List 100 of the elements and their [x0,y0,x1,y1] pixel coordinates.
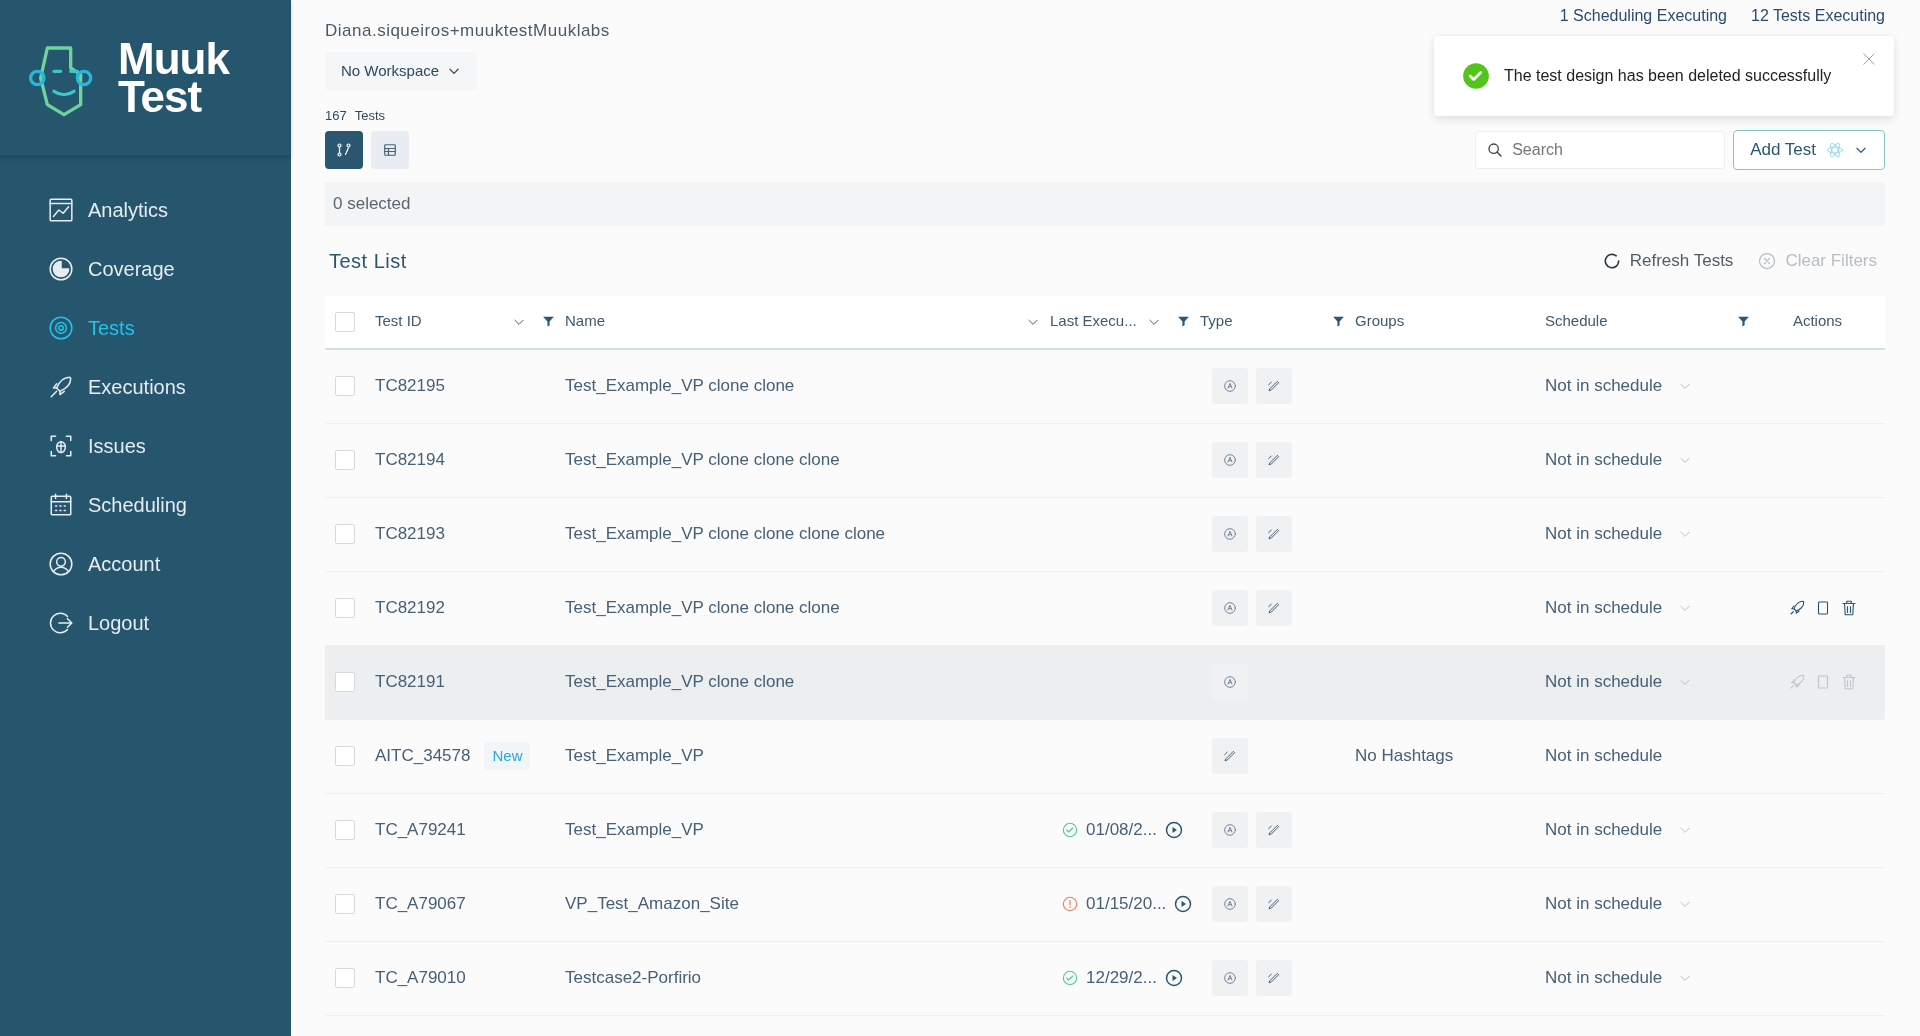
play-icon[interactable] [1164,969,1183,987]
pencil-icon [1266,600,1282,616]
sidebar-item[interactable]: Executions [0,357,291,416]
sidebar-item[interactable]: Scheduling [0,475,291,534]
schedule-text: Not in schedule [1545,671,1663,694]
test-name[interactable]: Test_Example_VP clone clone clone clone [565,521,1050,547]
logo-text: Muuk Test [118,40,229,115]
test-count: 167 Tests [325,107,387,125]
alert-circle-icon [1062,896,1078,912]
check-circle-icon [1062,822,1078,838]
pencil-type-button[interactable] [1256,590,1292,626]
sidebar-item[interactable]: Logout [0,593,291,652]
close-icon[interactable] [1862,52,1876,66]
pencil-icon [1266,970,1282,986]
checkbox[interactable] [335,311,355,332]
schedule-text: Not in schedule [1545,449,1663,472]
pencil-type-button[interactable] [1256,886,1292,922]
pencil-type-button[interactable] [1256,442,1292,478]
column-header: Groups [1355,311,1405,332]
schedule-text: Not in schedule [1545,375,1663,398]
test-name[interactable]: Test_Example_VP [565,743,1050,769]
pie-chart-icon [48,255,74,282]
test-name[interactable]: Test_Example_VP clone clone clone [565,595,1050,621]
checkbox[interactable] [335,968,355,988]
logout-icon [48,609,74,636]
filter-icon[interactable] [1737,315,1750,328]
status-text: 12 Tests Executing [1751,6,1885,26]
table-row[interactable]: TC82191 Test_Example_VP clone clone Not in schedule [325,645,1885,720]
test-id: TC82193 [375,523,445,546]
test-name[interactable]: Test_Example_VP [565,817,1050,843]
schedule-text: Not in schedule [1545,523,1663,546]
checkbox[interactable] [335,376,355,396]
test-name[interactable]: Test_Example_VP clone clone [565,669,1050,695]
pencil-icon [1266,378,1282,394]
section-title: Test List [329,248,407,274]
sidebar-item[interactable]: Analytics [0,180,291,239]
schedule-text: Not in schedule [1545,967,1663,990]
sidebar-item[interactable]: Account [0,534,291,593]
calendar-icon [48,491,74,518]
check-circle-icon [1062,970,1078,986]
sidebar-item[interactable]: Coverage [0,239,291,298]
column-header: Type [1200,311,1233,332]
checkbox[interactable] [335,672,355,692]
schedule-text: Not in schedule [1545,819,1663,842]
pencil-type-button[interactable] [1256,812,1292,848]
checkbox[interactable] [335,524,355,544]
test-id: TC_A79067 [375,893,466,916]
search-field[interactable]: Search [1475,130,1726,169]
sidebar-item[interactable]: Tests [0,298,291,357]
pencil-icon [1266,526,1282,542]
test-name[interactable]: Test_Example_VP clone clone clone [565,447,1050,473]
selection-count: 0 selected [333,192,411,215]
toast-message: The test design has been deleted successfully [1504,66,1832,86]
filter-icon[interactable] [542,315,555,328]
column-header: Name [565,311,605,332]
workspace-dropdown[interactable]: No Workspace [325,51,478,90]
status-text: 1 Scheduling Executing [1559,6,1727,26]
trash-icon[interactable] [1839,599,1858,617]
execution-date: 01/08/2... [1086,819,1157,842]
group-text: No Hashtags [1355,746,1454,766]
pencil-icon [1266,452,1282,468]
play-icon[interactable] [1174,895,1193,913]
sidebar-item[interactable]: Issues [0,416,291,475]
test-id: TC82192 [375,597,445,620]
checkbox[interactable] [335,450,355,470]
play-icon[interactable] [1164,821,1183,839]
test-id: AITC_34578 [375,745,471,768]
pencil-type-button[interactable] [1256,960,1292,996]
clear-icon [1757,250,1778,271]
user-name: Diana.siqueiros+muuktestMuuklabs [325,20,610,42]
test-name[interactable]: Test_Example_VP clone clone [565,373,1050,399]
pencil-icon [1222,748,1238,764]
column-header: Actions [1792,311,1843,332]
schedule-text: Not in schedule [1545,893,1663,916]
checkbox[interactable] [335,894,355,914]
chart-icon [48,196,74,223]
execution-date: 12/29/2... [1086,967,1157,990]
success-check-icon [1462,62,1490,90]
view-toggle-button[interactable] [325,130,363,169]
refresh-button[interactable]: Refresh Tests [1601,247,1734,274]
schedule-text: Not in schedule [1545,597,1663,620]
view-toggle-button[interactable] [371,130,409,169]
checkbox[interactable] [335,598,355,618]
schedule-text: Not in schedule [1545,745,1663,768]
checkbox[interactable] [335,820,355,840]
test-id: TC82191 [375,671,445,694]
test-id: TC_A79010 [375,967,466,990]
column-header: Schedule [1545,311,1608,332]
filter-icon[interactable] [1177,315,1190,328]
pencil-type-button[interactable] [1256,516,1292,552]
pencil-icon [1266,822,1282,838]
atom-icon [1826,140,1844,159]
pencil-type-button[interactable] [1256,368,1292,404]
add-test-button[interactable]: Add Test [1733,129,1885,170]
execution-date: 01/15/20... [1086,893,1167,916]
filter-icon[interactable] [1332,315,1345,328]
pencil-type-button[interactable] [1212,738,1248,774]
checkbox[interactable] [335,746,355,766]
test-name[interactable]: Testcase2-Porfirio [565,965,1050,991]
test-name[interactable]: VP_Test_Amazon_Site [565,891,1050,917]
